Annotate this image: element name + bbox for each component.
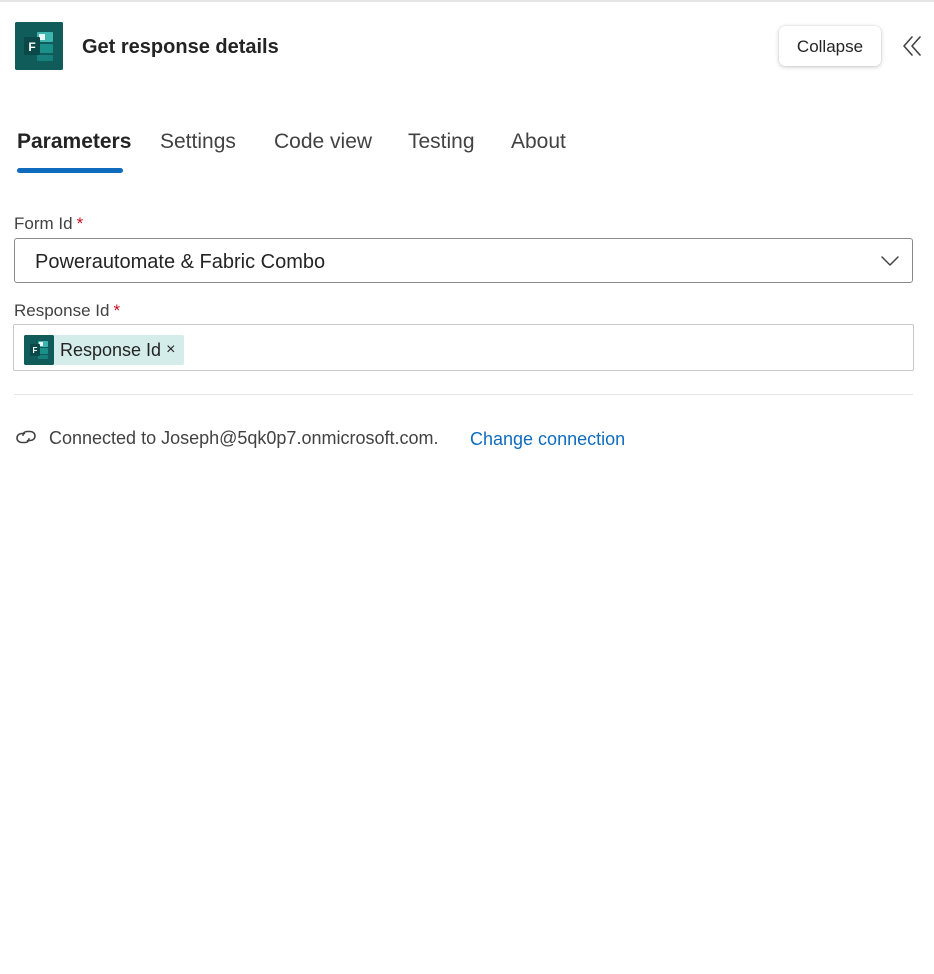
microsoft-forms-icon: F <box>24 335 54 365</box>
section-divider <box>14 394 913 395</box>
response-id-label: Response Id * <box>14 300 120 322</box>
token-label: Response Id <box>60 340 162 360</box>
svg-text:F: F <box>33 346 38 355</box>
response-id-input[interactable]: F Response Id × <box>13 324 914 371</box>
chevron-down-icon <box>880 251 900 271</box>
collapse-button[interactable]: Collapse <box>779 26 881 66</box>
response-id-label-text: Response Id <box>14 301 110 320</box>
required-indicator: * <box>113 301 121 320</box>
dynamic-content-token[interactable]: F Response Id × <box>24 335 185 365</box>
tab-code-view[interactable]: Code view <box>274 128 372 156</box>
active-tab-indicator <box>17 168 123 173</box>
tab-parameters[interactable]: Parameters <box>17 128 131 156</box>
connection-status: Connected to Joseph@5qk0p7.onmicrosoft.c… <box>49 428 439 448</box>
svg-text:F: F <box>28 40 35 54</box>
tab-testing[interactable]: Testing <box>408 128 475 156</box>
required-indicator: * <box>76 214 84 233</box>
link-icon <box>14 427 38 447</box>
tab-settings[interactable]: Settings <box>160 128 236 156</box>
page-title: Get response details <box>82 36 279 58</box>
tab-about[interactable]: About <box>511 128 566 156</box>
form-id-value: Powerautomate & Fabric Combo <box>35 251 326 273</box>
form-id-label-text: Form Id <box>14 214 73 233</box>
microsoft-forms-icon: F <box>15 22 63 70</box>
top-border <box>0 0 934 2</box>
change-connection-link[interactable]: Change connection <box>470 428 625 450</box>
form-id-label: Form Id * <box>14 213 83 235</box>
form-id-dropdown[interactable]: Powerautomate & Fabric Combo <box>14 238 913 283</box>
remove-token-button[interactable]: × <box>166 335 175 365</box>
double-chevron-left-icon[interactable] <box>898 32 926 60</box>
